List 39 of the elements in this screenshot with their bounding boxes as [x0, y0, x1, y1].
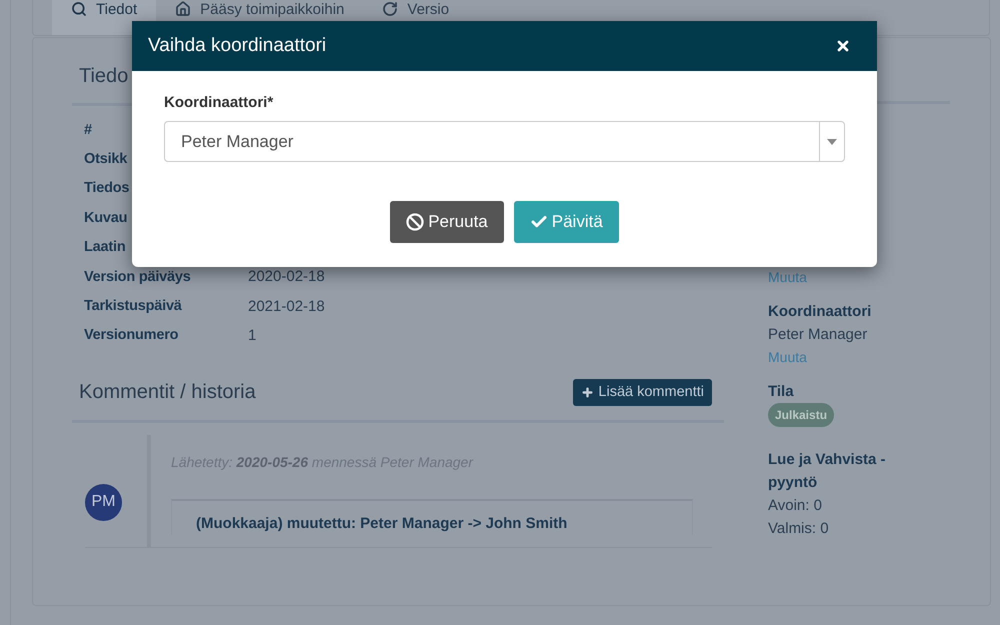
field-label: Koordinaattori* [164, 93, 274, 113]
cancel-button[interactable]: Peruuta [390, 201, 504, 243]
section-heading: Koordinaattori [768, 302, 872, 322]
field-label: Version päiväys [84, 268, 191, 285]
close-icon [835, 38, 851, 54]
field-label: Laatin [84, 239, 126, 256]
avatar: PM [85, 484, 122, 521]
field-label: Tiedos [84, 180, 130, 196]
section-title: Kommentit / historia [79, 380, 256, 406]
add-comment-button[interactable]: Lisää kommentti [573, 378, 712, 406]
caret-icon [827, 138, 837, 144]
circular-arrow-icon [382, 1, 398, 17]
field-value: 2021-02-18 [248, 298, 325, 315]
info-text: Valmis: 0 [768, 518, 829, 538]
info-text: Peter Manager [768, 324, 868, 344]
field-label: Otsikk [84, 151, 128, 168]
field-value: 1 [248, 326, 256, 344]
comment-text: (Muokkaaja) muutettu: Peter Manager -> John Smith [196, 514, 568, 534]
status-badge: Julkaistu [768, 402, 834, 426]
house-icon [175, 1, 192, 17]
section-title: Tiedo [79, 65, 128, 87]
ban-icon [406, 213, 424, 231]
field-label: # [84, 122, 92, 138]
field-value: 2020-02-18 [248, 268, 325, 286]
section-heading: Lue ja Vahvista - pyyntö [768, 450, 887, 492]
field-label: Versionumero [84, 327, 178, 344]
field-label: Tarkistuspäivä [84, 298, 182, 314]
plus-icon [581, 386, 594, 399]
search-icon [71, 1, 87, 17]
close-button[interactable] [835, 38, 851, 54]
field-label: Kuvau [84, 210, 128, 226]
tab[interactable]: Pääsy toimipaikkoihin [156, 0, 364, 35]
tab[interactable]: Versio [363, 0, 468, 35]
info-text: Avoin: 0 [768, 496, 822, 516]
dialog-title: Vaihda koordinaattori [148, 35, 326, 57]
tab[interactable]: Tiedot [52, 0, 156, 35]
coordinator-select[interactable]: Peter Manager [164, 121, 845, 162]
section-heading: Tila [768, 382, 794, 402]
confirm-button[interactable]: Päivitä [514, 201, 619, 243]
